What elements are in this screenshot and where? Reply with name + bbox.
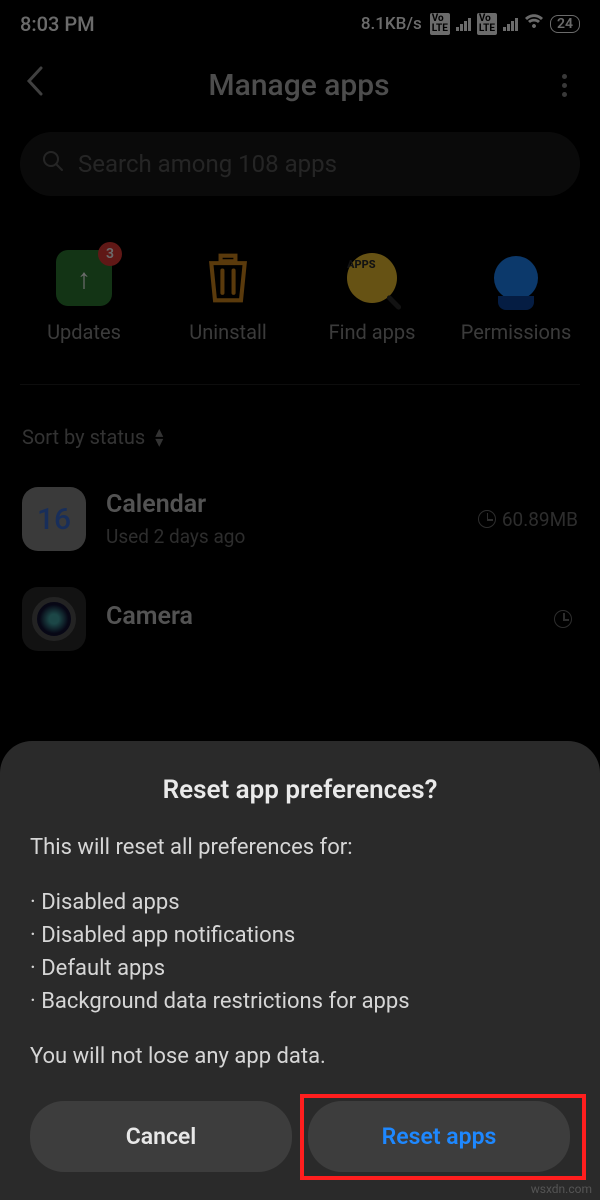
cancel-button[interactable]: Cancel [30,1101,292,1172]
dialog-bullet: Disabled app notifications [30,919,570,952]
dialog-bullet: Disabled apps [30,886,570,919]
dialog-body: This will reset all preferences for: Dis… [30,831,570,1073]
reset-apps-button[interactable]: Reset apps [308,1101,570,1172]
reset-preferences-dialog: Reset app preferences? This will reset a… [0,741,600,1200]
dialog-lead: This will reset all preferences for: [30,831,570,864]
dialog-title: Reset app preferences? [30,775,570,805]
dialog-bullet: Default apps [30,952,570,985]
watermark: wsxdn.com [531,1182,592,1196]
dialog-trail: You will not lose any app data. [30,1040,570,1073]
dialog-actions: Cancel Reset apps [30,1101,570,1172]
dialog-bullet: Background data restrictions for apps [30,985,570,1018]
